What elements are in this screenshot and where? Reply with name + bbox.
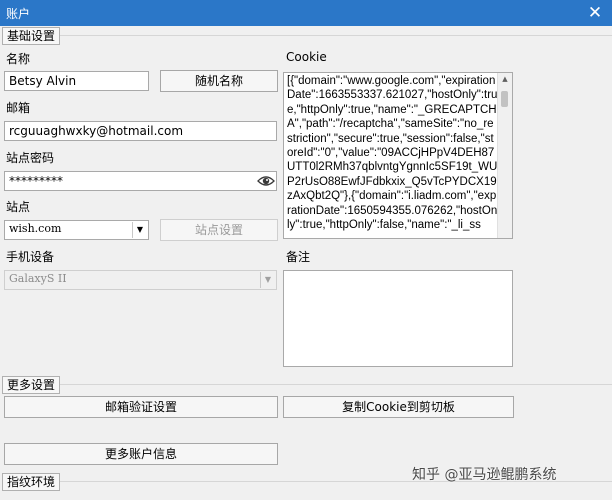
scrollbar-thumb[interactable] xyxy=(501,91,508,107)
email-label: 邮箱 xyxy=(6,101,31,115)
cookie-label: Cookie xyxy=(286,50,327,64)
cookie-text: [{"domain":"www.google.com","expirationD… xyxy=(287,75,499,232)
copy-cookie-button[interactable]: 复制Cookie到剪切板 xyxy=(283,396,514,418)
site-select-value: wish.com xyxy=(9,222,62,235)
cookie-scrollbar[interactable]: ▲ xyxy=(497,73,512,238)
site-password-value: ********* xyxy=(9,174,63,188)
site-settings-button[interactable]: 站点设置 xyxy=(160,219,278,241)
site-password-input[interactable]: ********* xyxy=(4,171,277,191)
scroll-up-icon[interactable]: ▲ xyxy=(498,73,512,85)
random-name-button[interactable]: 随机名称 xyxy=(160,70,278,92)
eye-icon[interactable] xyxy=(256,172,276,190)
site-select[interactable]: wish.com ▼ xyxy=(4,220,149,240)
chevron-down-icon: ▼ xyxy=(260,272,275,288)
cookie-textarea[interactable]: [{"domain":"www.google.com","expirationD… xyxy=(283,72,513,239)
name-input[interactable]: Betsy Alvin xyxy=(4,71,149,91)
more-account-info-button[interactable]: 更多账户信息 xyxy=(4,443,278,465)
close-icon[interactable]: ✕ xyxy=(584,2,606,24)
group-divider xyxy=(60,35,612,36)
group-divider xyxy=(60,384,612,385)
name-label: 名称 xyxy=(6,52,31,66)
site-label: 站点 xyxy=(6,200,31,214)
group-label-more: 更多设置 xyxy=(2,376,61,394)
watermark-text: 知乎 @亚马逊鲲鹏系统 xyxy=(412,467,557,483)
device-label: 手机设备 xyxy=(6,250,55,264)
notes-label: 备注 xyxy=(286,250,311,264)
notes-textarea[interactable] xyxy=(283,270,513,367)
group-label-fingerprint: 指纹环境 xyxy=(2,473,61,491)
email-input[interactable]: rcguuaghwxky@hotmail.com xyxy=(4,121,277,141)
window-title: 账户 xyxy=(6,7,31,21)
chevron-down-icon: ▼ xyxy=(132,222,147,238)
group-label-basic: 基础设置 xyxy=(2,27,61,45)
window-titlebar: 账户 ✕ xyxy=(0,0,612,26)
email-verify-settings-button[interactable]: 邮箱验证设置 xyxy=(4,396,278,418)
device-select-value: GalaxyS II xyxy=(9,272,67,285)
device-select[interactable]: GalaxyS II ▼ xyxy=(4,270,277,290)
site-password-label: 站点密码 xyxy=(6,151,55,165)
